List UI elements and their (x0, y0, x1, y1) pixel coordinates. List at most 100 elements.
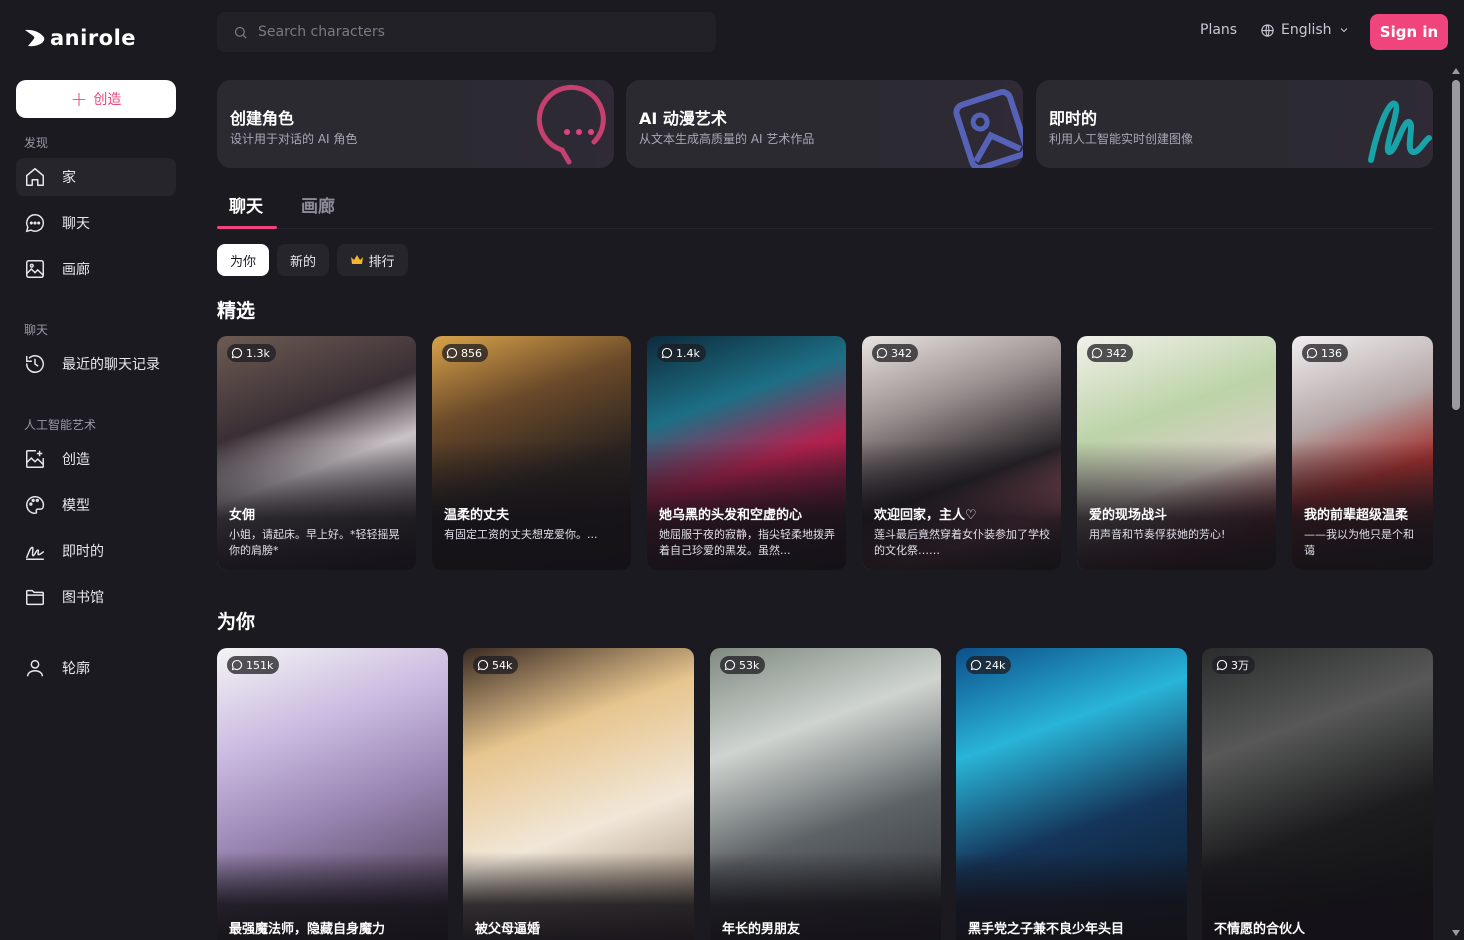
sidebar-item-label: 创造 (62, 452, 90, 468)
sidebar-item-models[interactable]: 模型 (16, 486, 176, 524)
scroll-down-arrow-icon[interactable] (1452, 930, 1460, 936)
scroll-up-arrow-icon[interactable] (1452, 68, 1460, 74)
language-selector[interactable]: English (1260, 22, 1350, 38)
image-icon (26, 260, 44, 278)
featured-character-card[interactable]: 342 爱的现场战斗 用声音和节奏俘获她的芳心! (1077, 336, 1276, 570)
scroll-thumb[interactable] (1452, 80, 1460, 410)
section-heading-for-you: 为你 (217, 611, 256, 633)
filter-new[interactable]: 新的 (277, 244, 329, 276)
tab-chat[interactable]: 聊天 (229, 192, 263, 217)
feature-subtitle: 从文本生成高质量的 AI 艺术作品 (639, 132, 815, 146)
search-input[interactable] (258, 24, 678, 40)
filter-label: 排行 (368, 254, 395, 270)
section-heading-featured: 精选 (217, 300, 256, 322)
character-name: 温柔的丈夫 (444, 508, 510, 523)
filter-ranking[interactable]: 排行 (337, 244, 408, 276)
for-you-character-card[interactable]: 53k 年长的男朋友 (710, 648, 941, 940)
sidebar-item-label: 最近的聊天记录 (62, 357, 160, 373)
palette-icon (26, 496, 45, 514)
sidebar-item-label: 聊天 (62, 216, 90, 232)
for-you-character-card[interactable]: 3万 不情愿的合伙人 (1202, 648, 1433, 940)
chat-bubble-icon (1091, 347, 1103, 359)
sidebar-item-create[interactable]: 创造 (16, 440, 176, 478)
chat-count-badge: 1.4k (657, 344, 706, 362)
chat-bubble-icon (477, 659, 489, 671)
for-you-character-card[interactable]: 151k 最强魔法师，隐藏自身魔力 (217, 648, 448, 940)
featured-character-card[interactable]: 342 欢迎回家，主人♡ 莲斗最后竟然穿着女仆装参加了学校的文化祭…… (862, 336, 1061, 570)
crown-icon (351, 255, 364, 264)
featured-character-card[interactable]: 136 我的前辈超级温柔 ——我以为他只是个和蔼 (1292, 336, 1433, 570)
chat-bubble-icon (1306, 347, 1318, 359)
logo[interactable]: anirole (24, 26, 136, 50)
sidebar-item-label: 家 (62, 170, 76, 186)
chat-count: 1.4k (676, 346, 700, 360)
feature-card-create-character[interactable]: 创建角色 设计用于对话的 AI 角色 (217, 80, 614, 168)
filter-for-you[interactable]: 为你 (217, 244, 269, 276)
character-description: ——我以为他只是个和蔼 (1304, 528, 1414, 557)
chat-bubble-icon (724, 659, 736, 671)
sidebar-item-instant[interactable]: 即时的 (16, 532, 176, 570)
create-button[interactable]: + 创造 (16, 80, 176, 118)
feature-card-instant[interactable]: 即时的 利用人工智能实时创建图像 (1036, 80, 1433, 168)
for-you-character-card[interactable]: 24k 黑手党之子兼不良少年头目 (956, 648, 1187, 940)
chat-count: 53k (739, 658, 760, 672)
tabs-divider (217, 228, 1433, 229)
sidebar-item-profile[interactable]: 轮廓 (16, 649, 176, 687)
featured-character-card[interactable]: 1.4k 她乌黑的头发和空虚的心 她屈服于夜的寂静，指尖轻柔地拨弄着自己珍爱的黑发。… (647, 336, 846, 570)
chat-count-badge: 151k (227, 656, 280, 674)
tab-gallery[interactable]: 画廊 (301, 192, 335, 217)
language-label: English (1281, 22, 1332, 38)
chat-count-badge: 342 (1087, 344, 1133, 362)
search-bar[interactable] (217, 12, 716, 52)
section-title-ai-art: 人工智能艺术 (24, 418, 97, 432)
chat-bubble-icon (1216, 659, 1228, 671)
character-name: 被父母逼婚 (475, 922, 541, 937)
chat-bubble-icon (970, 659, 982, 671)
chat-count: 136 (1321, 346, 1342, 360)
scrollbar[interactable] (1449, 64, 1464, 940)
folder-icon (26, 589, 44, 606)
sidebar-item-home[interactable]: 家 (16, 158, 176, 196)
user-icon (26, 659, 44, 677)
feature-title: 创建角色 (230, 109, 295, 128)
character-name: 女佣 (229, 508, 256, 523)
character-name: 年长的男朋友 (722, 922, 801, 937)
squiggle-icon (1368, 100, 1432, 163)
sidebar-item-gallery[interactable]: 画廊 (16, 250, 176, 288)
globe-icon (1261, 23, 1274, 37)
filter-label: 新的 (289, 254, 316, 270)
chat-bubble-icon (876, 347, 888, 359)
sidebar-item-library[interactable]: 图书馆 (16, 578, 176, 616)
chat-bubble-icon (231, 347, 243, 359)
feature-card-ai-anime-art[interactable]: AI 动漫艺术 从文本生成高质量的 AI 艺术作品 (626, 80, 1023, 168)
chat-count-badge: 3万 (1212, 656, 1255, 674)
chat-bubble-icon (446, 347, 458, 359)
section-title-discover: 发现 (24, 136, 49, 150)
sidebar-item-label: 轮廓 (62, 661, 90, 677)
sign-in-button[interactable]: Sign in (1370, 14, 1448, 50)
chat-dots-icon (536, 84, 606, 165)
chat-bubble-icon (661, 347, 673, 359)
character-name: 她乌黑的头发和空虚的心 (659, 508, 803, 523)
sidebar-item-chat[interactable]: 聊天 (16, 204, 176, 242)
character-name: 爱的现场战斗 (1089, 508, 1168, 523)
chat-count-badge: 136 (1302, 344, 1348, 362)
chevron-down-icon (1340, 28, 1347, 33)
featured-character-card[interactable]: 856 温柔的丈夫 有固定工资的丈夫想宠爱你。... (432, 336, 631, 570)
chat-count: 856 (461, 346, 482, 360)
character-name: 我的前辈超级温柔 (1304, 508, 1409, 523)
chat-count-badge: 342 (872, 344, 918, 362)
chat-bubble-icon (231, 659, 243, 671)
history-icon (26, 355, 44, 373)
sidebar-item-recent-chats[interactable]: 最近的聊天记录 (16, 345, 176, 383)
for-you-character-card[interactable]: 54k 被父母逼婚 (463, 648, 694, 940)
photo-icon (953, 89, 1023, 168)
active-tab-indicator (217, 226, 277, 229)
character-name: 最强魔法师，隐藏自身魔力 (229, 922, 386, 937)
chat-count-badge: 24k (966, 656, 1012, 674)
signature-icon (26, 546, 44, 560)
create-button-label: 创造 (93, 92, 122, 108)
chat-bubble-icon (25, 214, 45, 233)
plans-link[interactable]: Plans (1200, 22, 1237, 38)
featured-character-card[interactable]: 1.3k 女佣 小姐，请起床。早上好。*轻轻摇晃你的肩膀* (217, 336, 416, 570)
